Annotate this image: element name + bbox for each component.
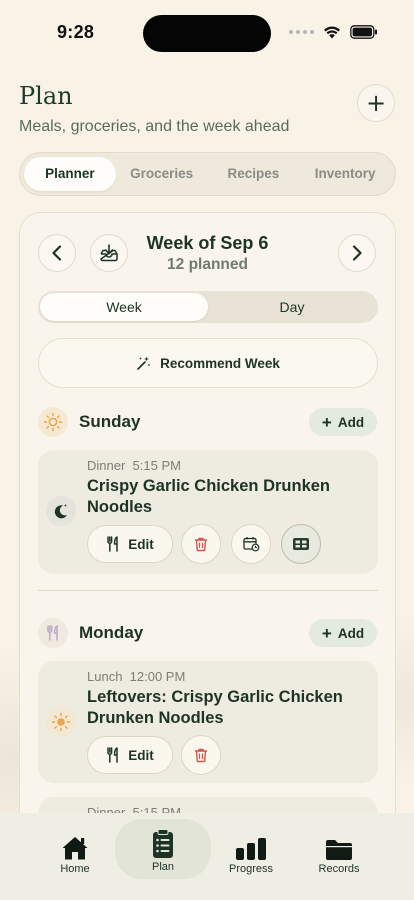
tab-inventory[interactable]: Inventory xyxy=(299,157,391,191)
add-label: Add xyxy=(337,414,365,430)
folder-icon xyxy=(326,840,352,860)
tab-bar-home[interactable]: Home xyxy=(27,821,123,875)
meal-card[interactable]: Lunch 12:00 PM Leftovers: Crispy Garlic … xyxy=(38,661,378,783)
sun-icon xyxy=(46,707,76,737)
status-bar: 9:28 xyxy=(0,0,414,64)
magic-wand-icon xyxy=(137,356,151,370)
page-title: Plan xyxy=(19,82,73,110)
edit-meal-button[interactable]: Edit xyxy=(87,736,173,774)
add-label: Add xyxy=(337,625,365,641)
nutrition-grid-button[interactable] xyxy=(281,524,321,564)
edit-label: Edit xyxy=(128,536,154,552)
plus-icon: + xyxy=(365,89,387,117)
tab-groceries[interactable]: Groceries xyxy=(116,157,208,191)
house-icon xyxy=(62,837,88,860)
day-divider xyxy=(38,590,378,591)
tab-bar-progress[interactable]: Progress xyxy=(203,821,299,875)
meal-type-time: Lunch 12:00 PM xyxy=(87,669,185,684)
day-name-monday: Monday xyxy=(79,623,144,642)
meal-type: Dinner xyxy=(87,458,126,473)
add-button[interactable]: + xyxy=(357,84,395,122)
edit-meal-button[interactable]: Edit xyxy=(87,525,173,563)
delete-meal-button[interactable] xyxy=(181,524,221,564)
tab-label: Plan xyxy=(151,861,175,873)
fork-knife-icon xyxy=(107,536,118,552)
meal-name: Leftovers: Crispy Garlic Chicken Drunken… xyxy=(87,688,343,727)
tab-planner[interactable]: Planner xyxy=(24,157,116,191)
meal-time: 12:00 PM xyxy=(129,669,186,684)
add-meal-monday-button[interactable]: + Add xyxy=(309,619,377,647)
day-name-sunday: Sunday xyxy=(79,412,141,431)
tab-bar: Home Plan Progress Records xyxy=(0,813,414,900)
status-time: 9:28 xyxy=(57,22,95,42)
planner-card: Week of Sep 6 12 planned Week Day Recomm… xyxy=(19,212,396,852)
grid-card-icon xyxy=(293,538,309,550)
meal-time: 5:15 PM xyxy=(132,458,181,473)
status-icons xyxy=(289,25,378,39)
tab-bar-records[interactable]: Records xyxy=(291,821,387,875)
plus-icon: + xyxy=(321,412,332,432)
delete-meal-button[interactable] xyxy=(181,735,221,775)
bar-chart-icon xyxy=(236,838,266,860)
tab-bar-plan[interactable]: Plan xyxy=(115,819,211,879)
edit-label: Edit xyxy=(128,747,154,763)
calendar-clock-icon xyxy=(242,537,259,552)
trash-icon xyxy=(195,748,207,763)
moon-stars-icon xyxy=(46,496,76,526)
wifi-icon xyxy=(324,26,340,39)
schedule-meal-button[interactable] xyxy=(231,524,271,564)
page-subtitle: Meals, groceries, and the week ahead xyxy=(19,118,290,135)
add-meal-sunday-button[interactable]: + Add xyxy=(309,408,377,436)
fork-knife-icon xyxy=(107,747,118,763)
toggle-week[interactable]: Week xyxy=(40,293,208,321)
chevron-right-icon xyxy=(352,245,362,261)
clipboard-list-icon xyxy=(153,829,173,858)
recommend-week-label: Recommend Week xyxy=(160,355,280,371)
battery-icon xyxy=(350,25,377,39)
meal-card[interactable]: Dinner 5:15 PM Crispy Garlic Chicken Dru… xyxy=(38,450,378,574)
tab-recipes[interactable]: Recipes xyxy=(208,157,300,191)
section-tabs: Planner Groceries Recipes Inventory xyxy=(19,152,396,196)
plus-icon: + xyxy=(321,623,332,643)
toggle-day[interactable]: Day xyxy=(208,293,376,321)
tab-label: Home xyxy=(60,863,90,875)
meal-type: Lunch xyxy=(87,669,123,684)
tab-label: Records xyxy=(318,863,360,875)
cellular-signal-icon xyxy=(289,30,314,34)
sun-icon xyxy=(38,407,68,437)
next-week-button[interactable] xyxy=(338,234,376,272)
meal-name: Crispy Garlic Chicken Drunken Noodles xyxy=(87,477,330,516)
meal-type-time: Dinner 5:15 PM xyxy=(87,458,181,473)
dynamic-island xyxy=(143,15,271,52)
tab-label: Progress xyxy=(228,863,274,875)
view-toggle: Week Day xyxy=(38,291,378,323)
trash-icon xyxy=(195,537,207,552)
fork-knife-icon xyxy=(38,618,68,648)
recommend-week-button[interactable]: Recommend Week xyxy=(38,338,378,388)
